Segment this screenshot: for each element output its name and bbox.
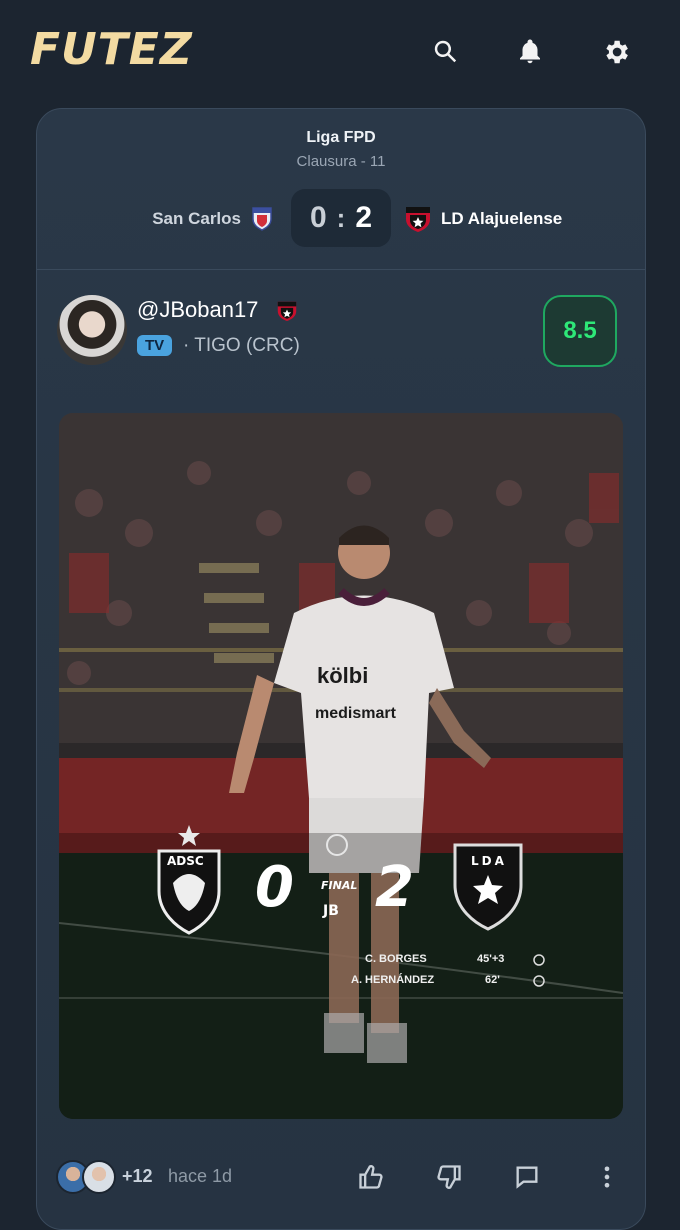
scorer-minute: 45'+3: [477, 953, 505, 965]
league-name: Liga FPD: [306, 129, 376, 146]
scoreboard: 0 : 2: [291, 189, 391, 247]
match-round: Clausura - 11: [296, 153, 386, 170]
app-logo[interactable]: FUTEZ: [30, 24, 193, 75]
settings-icon[interactable]: [598, 34, 634, 70]
divider: [37, 269, 645, 270]
user-team-badge-icon: [277, 301, 297, 321]
scorer-minute: 62': [485, 974, 500, 986]
away-team-name[interactable]: LD Alajuelense: [441, 209, 562, 229]
overlay-home-crest-label: ADSC: [167, 854, 204, 868]
rating-badge[interactable]: 8.5: [543, 295, 617, 367]
scorer-name: A. HERNÁNDEZ: [351, 974, 435, 986]
thumbs-up-icon[interactable]: [354, 1160, 388, 1194]
home-team-crest: [252, 207, 272, 231]
search-icon[interactable]: [428, 34, 464, 70]
home-team-name[interactable]: San Carlos: [152, 209, 241, 229]
thumbs-down-icon[interactable]: [432, 1160, 466, 1194]
match-post-card[interactable]: Liga FPD Clausura - 11 San Carlos 0 : 2 …: [36, 108, 646, 1230]
photo-scene: kölbi medismart: [59, 413, 623, 1119]
overlay-signature: JB: [323, 903, 339, 919]
username[interactable]: @JBoban17: [137, 297, 258, 323]
tv-badge: TV: [137, 335, 173, 356]
away-score: 2: [355, 201, 373, 234]
user-avatar[interactable]: [57, 295, 127, 365]
scorer-name: C. BORGES: [365, 953, 427, 965]
overlay-away-score: 2: [375, 855, 414, 920]
bell-icon[interactable]: [512, 34, 548, 70]
overlay-home-score: 0: [255, 855, 294, 920]
broadcast-channel: · TIGO (CRC): [183, 335, 300, 356]
overlay-away-crest-label: LDA: [471, 854, 507, 868]
svg-text:kölbi: kölbi: [317, 663, 368, 688]
svg-text:medismart: medismart: [315, 705, 397, 722]
more-vertical-icon[interactable]: [590, 1160, 624, 1194]
top-bar: FUTEZ: [0, 0, 680, 100]
away-team-crest: [406, 207, 430, 232]
reactor-avatar[interactable]: [82, 1160, 116, 1194]
overlay-status: FINAL: [321, 879, 358, 892]
comment-icon[interactable]: [510, 1160, 544, 1194]
home-score: 0: [309, 201, 327, 234]
post-image[interactable]: kölbi medismart ADSC LDA 0 2 FINAL JB C.: [59, 413, 623, 1119]
reactions-count[interactable]: +12: [122, 1166, 153, 1187]
score-separator: :: [336, 202, 346, 233]
post-time: hace 1d: [168, 1166, 233, 1186]
